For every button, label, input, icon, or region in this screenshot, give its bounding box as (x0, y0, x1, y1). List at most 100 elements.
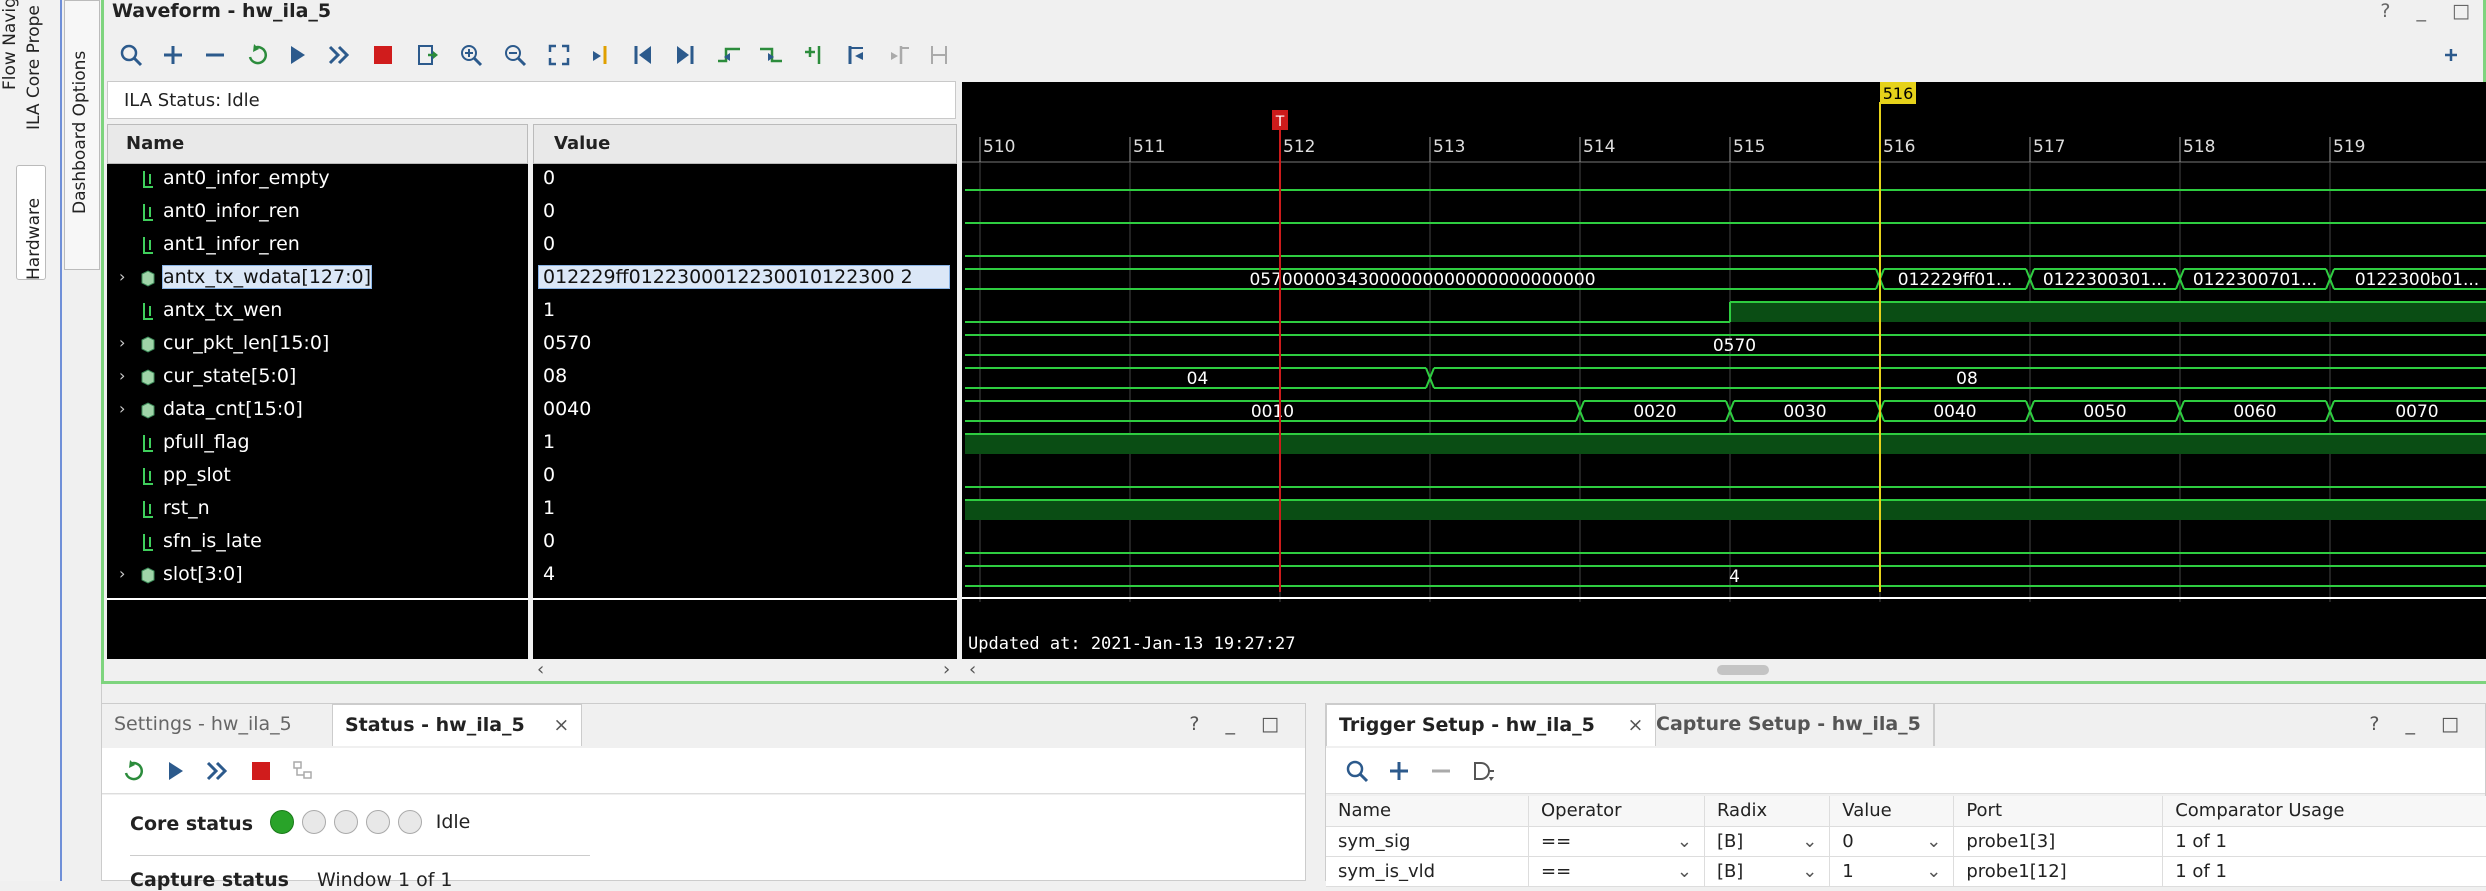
close-icon[interactable]: × (553, 714, 569, 736)
run-trigger-icon[interactable] (158, 754, 192, 788)
signal-value-row[interactable]: 0 (533, 527, 957, 560)
run-continuous-icon[interactable] (322, 38, 356, 72)
expand-arrow-icon[interactable]: › (119, 399, 125, 418)
signal-value-row[interactable]: 1 (533, 296, 957, 329)
signal-name-row[interactable]: sfn_is_late (107, 527, 528, 560)
tab-status[interactable]: Status - hw_ila_5 × (332, 704, 583, 746)
signal-name-row[interactable]: pfull_flag (107, 428, 528, 461)
waveform-window-controls[interactable]: ? _ □ (2380, 0, 2480, 22)
trigger-cell[interactable]: == (1528, 826, 1705, 857)
status-panel-controls[interactable]: ? _ □ (1189, 713, 1289, 735)
signal-name-row[interactable]: ant1_infor_ren (107, 230, 528, 263)
tab-dashboard-options[interactable]: Dashboard Options (70, 14, 90, 214)
go-to-end-icon[interactable] (668, 38, 702, 72)
trigger-row[interactable]: sym_is_vld==[B]1probe1[12]1 of 1 (1326, 856, 2486, 887)
tab-settings[interactable]: Settings - hw_ila_5 (102, 704, 304, 746)
trigger-cell[interactable]: [B] (1704, 856, 1831, 887)
wave-scroll-left-icon[interactable]: ‹ (969, 659, 976, 680)
run-trigger-immediate-icon[interactable] (116, 754, 150, 788)
trigger-cell[interactable]: 1 of 1 (2162, 826, 2486, 857)
search-icon[interactable] (114, 38, 148, 72)
trigger-cell[interactable]: sym_is_vld (1326, 856, 1530, 887)
signal-value-row[interactable]: 0040 (533, 395, 957, 428)
run-trigger-immediate-icon[interactable] (240, 38, 274, 72)
zoom-in-icon[interactable] (454, 38, 488, 72)
name-scroll-left-icon[interactable]: ‹ (537, 659, 544, 680)
column-header[interactable]: Comparator Usage (2162, 796, 2486, 827)
stop-icon[interactable] (244, 754, 278, 788)
wave-scroll-thumb[interactable] (1717, 665, 1769, 675)
trigger-cell[interactable]: == (1528, 856, 1705, 887)
signal-name-row[interactable]: › cur_pkt_len[15:0] (107, 329, 528, 362)
signal-value-row[interactable]: 08 (533, 362, 957, 395)
remove-icon[interactable] (198, 38, 232, 72)
trigger-cell[interactable]: [B] (1704, 826, 1831, 857)
name-scroll-right-icon[interactable]: › (943, 659, 950, 680)
signal-name-row[interactable]: antx_tx_wen (107, 296, 528, 329)
stop-icon[interactable] (366, 38, 400, 72)
signal-name-row[interactable]: ant0_infor_empty (107, 164, 528, 197)
tab-ila-core-properties[interactable]: ILA Core Prope (24, 0, 44, 130)
signal-name-row[interactable]: ant0_infor_ren (107, 197, 528, 230)
expand-arrow-icon[interactable]: › (119, 564, 125, 583)
tab-capture-setup[interactable]: Capture Setup - hw_ila_5 (1644, 704, 1935, 746)
column-header[interactable]: Value (1829, 796, 1955, 827)
value-column-header[interactable]: Value (533, 124, 957, 164)
expand-arrow-icon[interactable]: › (119, 267, 125, 286)
trigger-toolbar (1326, 748, 2485, 794)
next-transition-icon[interactable] (754, 38, 788, 72)
zoom-fit-icon[interactable] (542, 38, 576, 72)
name-column-header[interactable]: Name (107, 124, 528, 164)
run-continuous-icon[interactable] (200, 754, 234, 788)
trigger-cell[interactable]: 1 (1829, 856, 1955, 887)
signal-name-row[interactable]: › slot[3:0] (107, 560, 528, 593)
tab-trigger-setup[interactable]: Trigger Setup - hw_ila_5 × (1326, 704, 1657, 746)
signal-value-row[interactable]: 1 (533, 494, 957, 527)
trigger-cell[interactable]: 0 (1829, 826, 1955, 857)
previous-marker-icon[interactable] (840, 38, 874, 72)
signal-name-row[interactable]: › cur_state[5:0] (107, 362, 528, 395)
column-header[interactable]: Radix (1704, 796, 1831, 827)
previous-transition-icon[interactable] (712, 38, 746, 72)
signal-value-row[interactable]: 0 (533, 461, 957, 494)
signal-value-row[interactable]: 0570 (533, 329, 957, 362)
add-icon[interactable] (1382, 754, 1416, 788)
waveform-scrollbar-row: ‹ › ‹ (107, 659, 2486, 681)
export-icon[interactable] (410, 38, 444, 72)
signal-value-row[interactable]: 0 (533, 197, 957, 230)
logic-gate-icon[interactable] (1466, 754, 1500, 788)
column-header[interactable]: Port (1953, 796, 2164, 827)
trigger-cell[interactable]: probe1[12] (1953, 856, 2164, 887)
add-icon[interactable] (156, 38, 190, 72)
signal-name-row[interactable]: rst_n (107, 494, 528, 527)
close-icon[interactable]: × (1628, 714, 1644, 736)
signal-value-row[interactable]: 0 (533, 230, 957, 263)
signal-name-row[interactable]: › antx_tx_wdata[127:0] (107, 263, 528, 296)
go-to-cursor-icon[interactable] (584, 38, 618, 72)
trigger-cell[interactable]: sym_sig (1326, 826, 1530, 857)
signal-value-row[interactable]: 0 (533, 164, 957, 197)
signal-value-row[interactable]: 1 (533, 428, 957, 461)
signal-name: antx_tx_wen (163, 299, 283, 321)
go-to-start-icon[interactable] (626, 38, 660, 72)
signal-value-row[interactable]: 4 (533, 560, 957, 593)
column-header[interactable]: Operator (1528, 796, 1705, 827)
tab-flow-navigator[interactable]: Flow Navig (0, 0, 20, 90)
trigger-row[interactable]: sym_sig==[B]0probe1[3]1 of 1 (1326, 826, 2486, 857)
add-marker-icon[interactable] (798, 38, 832, 72)
tab-hardware[interactable]: Hardware (24, 180, 44, 280)
expand-arrow-icon[interactable]: › (119, 366, 125, 385)
toolbar-overflow-icon[interactable] (2434, 38, 2468, 72)
trigger-cell[interactable]: 1 of 1 (2162, 856, 2486, 887)
expand-arrow-icon[interactable]: › (119, 333, 125, 352)
signal-name-row[interactable]: › data_cnt[15:0] (107, 395, 528, 428)
signal-name-row[interactable]: pp_slot (107, 461, 528, 494)
waveform-canvas[interactable]: 510 511 512 513 514 515 516 517 518 519 0570000034… (962, 82, 2486, 659)
signal-value-row[interactable]: 012229ff0122300012230010122300 2 (533, 263, 957, 296)
zoom-out-icon[interactable] (498, 38, 532, 72)
column-header[interactable]: Name (1326, 796, 1530, 827)
search-icon[interactable] (1340, 754, 1374, 788)
trigger-panel-controls[interactable]: ? _ □ (2369, 713, 2469, 735)
run-trigger-icon[interactable] (280, 38, 314, 72)
trigger-cell[interactable]: probe1[3] (1953, 826, 2164, 857)
